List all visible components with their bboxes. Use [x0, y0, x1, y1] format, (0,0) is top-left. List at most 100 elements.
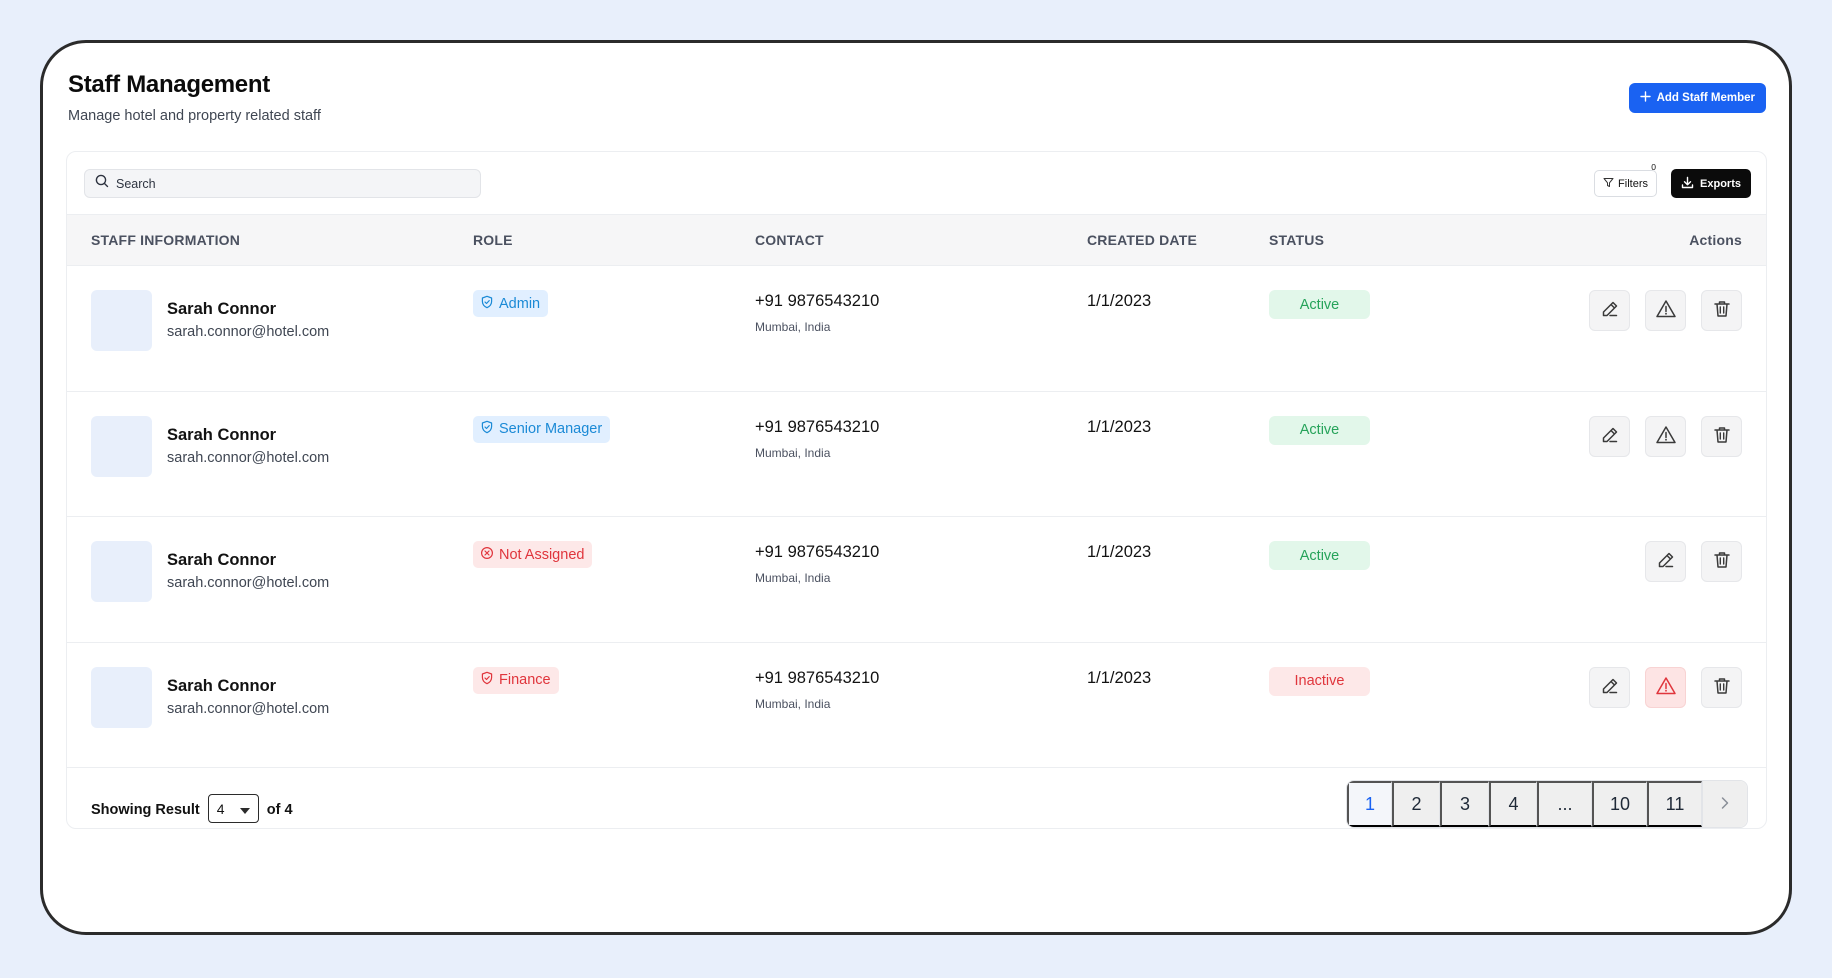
page-button-10[interactable]: 10: [1592, 781, 1647, 827]
staff-name: Sarah Connor: [167, 551, 277, 569]
delete-button[interactable]: [1701, 541, 1742, 582]
table-footer: Showing Result 4 of 4 1 2 3 4 ... 10 11: [67, 768, 1766, 844]
trash-icon: [1712, 425, 1732, 448]
warning-triangle-icon: [1655, 424, 1677, 449]
column-header-status: STATUS: [1269, 232, 1325, 248]
report-button[interactable]: [1645, 666, 1686, 708]
column-header-role: ROLE: [473, 232, 513, 248]
edit-button[interactable]: [1645, 541, 1686, 582]
chevron-right-icon: [1720, 794, 1730, 815]
staff-email: sarah.connor@hotel.com: [167, 700, 330, 717]
column-header-created-date: CREATED DATE: [1087, 232, 1197, 248]
shield-check-icon: [480, 420, 494, 438]
edit-button[interactable]: [1589, 666, 1630, 708]
pencil-icon: [1600, 425, 1620, 448]
staff-phone: +91 9876543210: [755, 292, 880, 310]
role-label: Admin: [499, 295, 541, 312]
total-count-label: of 4: [266, 801, 293, 818]
plus-icon: [1639, 91, 1651, 105]
created-date: 1/1/2023: [1087, 543, 1152, 561]
circle-x-icon: [480, 546, 494, 564]
report-button[interactable]: [1645, 415, 1686, 457]
page-ellipsis: ...: [1537, 781, 1592, 827]
add-staff-member-button[interactable]: Add Staff Member: [1628, 83, 1766, 113]
table-row: Sarah Connor sarah.connor@hotel.com Fina…: [67, 643, 1766, 768]
search-icon: [95, 174, 109, 193]
pencil-icon: [1600, 299, 1620, 322]
table-row: Sarah Connor sarah.connor@hotel.com Seni…: [67, 392, 1766, 517]
next-page-button[interactable]: [1702, 781, 1747, 827]
created-date: 1/1/2023: [1087, 417, 1152, 436]
delete-button[interactable]: [1701, 290, 1742, 331]
role-label: Senior Manager: [499, 421, 603, 437]
page-button-2[interactable]: 2: [1392, 781, 1440, 827]
staff-email: sarah.connor@hotel.com: [167, 324, 330, 340]
role-label: Finance: [499, 672, 551, 688]
edit-button[interactable]: [1589, 415, 1630, 457]
showing-result: Showing Result 4 of 4: [91, 794, 293, 823]
page-button-11[interactable]: 11: [1647, 781, 1702, 827]
staff-location: Mumbai, India: [755, 320, 831, 334]
staff-phone: +91 9876543210: [755, 543, 880, 561]
status-badge: Inactive: [1269, 666, 1370, 696]
staff-name: Sarah Connor: [167, 300, 277, 318]
staff-name: Sarah Connor: [167, 425, 277, 444]
role-badge: Admin: [473, 290, 549, 317]
table-toolbar: 0 Filters Exports: [67, 152, 1766, 214]
table-row: Sarah Connor sarah.connor@hotel.com Admi…: [67, 266, 1766, 392]
filters-button[interactable]: Filters: [1594, 170, 1657, 197]
column-header-actions: Actions: [1689, 232, 1742, 248]
caret-down-icon: [239, 801, 250, 817]
table-header: STAFF INFORMATION ROLE CONTACT CREATED D…: [67, 214, 1766, 266]
page-subtitle: Manage hotel and property related staff: [68, 108, 321, 124]
page-button-1[interactable]: 1: [1347, 781, 1392, 827]
edit-button[interactable]: [1589, 290, 1630, 331]
app-window: Staff Management Manage hotel and proper…: [40, 40, 1792, 935]
staff-phone: +91 9876543210: [755, 417, 880, 436]
showing-result-label: Showing Result: [91, 801, 200, 818]
trash-icon: [1712, 676, 1732, 699]
filters-label: Filters: [1618, 177, 1648, 190]
staff-name: Sarah Connor: [167, 676, 277, 695]
warning-triangle-icon: [1655, 298, 1677, 323]
role-badge: Not Assigned: [473, 541, 593, 568]
add-staff-member-label: Add Staff Member: [1656, 92, 1755, 104]
column-header-contact: CONTACT: [755, 232, 824, 248]
exports-label: Exports: [1700, 177, 1741, 190]
status-badge: Active: [1269, 415, 1370, 445]
avatar: [91, 541, 152, 602]
status-badge: Active: [1269, 541, 1370, 570]
avatar: [91, 290, 152, 351]
shield-check-icon: [480, 295, 494, 313]
status-badge: Active: [1269, 290, 1370, 319]
page-title: Staff Management: [68, 71, 270, 98]
pencil-icon: [1600, 676, 1620, 699]
download-icon: [1681, 176, 1694, 192]
table-row: Sarah Connor sarah.connor@hotel.com Not …: [67, 517, 1766, 643]
pencil-icon: [1656, 550, 1676, 573]
staff-table-panel: 0 Filters Exports STAFF INFORMATION ROLE…: [66, 151, 1767, 829]
page-button-4[interactable]: 4: [1489, 781, 1537, 827]
page-size-value: 4: [216, 800, 225, 817]
avatar: [91, 415, 152, 477]
shield-check-icon: [480, 671, 494, 689]
delete-button[interactable]: [1701, 415, 1742, 457]
page-size-select[interactable]: 4: [207, 794, 259, 823]
role-badge: Senior Manager: [473, 415, 611, 443]
search-input[interactable]: [116, 176, 456, 191]
staff-email: sarah.connor@hotel.com: [167, 449, 330, 466]
staff-phone: +91 9876543210: [755, 668, 880, 687]
trash-icon: [1712, 299, 1732, 322]
staff-email: sarah.connor@hotel.com: [167, 575, 330, 591]
report-button[interactable]: [1645, 290, 1686, 331]
pagination: 1 2 3 4 ... 10 11: [1346, 780, 1748, 828]
column-header-staff-information: STAFF INFORMATION: [91, 232, 241, 248]
role-badge: Finance: [473, 666, 559, 694]
search-box[interactable]: [84, 169, 481, 198]
warning-triangle-icon: [1655, 675, 1677, 700]
trash-icon: [1712, 550, 1732, 573]
exports-button[interactable]: Exports: [1671, 169, 1751, 198]
staff-location: Mumbai, India: [755, 445, 831, 460]
delete-button[interactable]: [1701, 666, 1742, 708]
page-button-3[interactable]: 3: [1440, 781, 1489, 827]
